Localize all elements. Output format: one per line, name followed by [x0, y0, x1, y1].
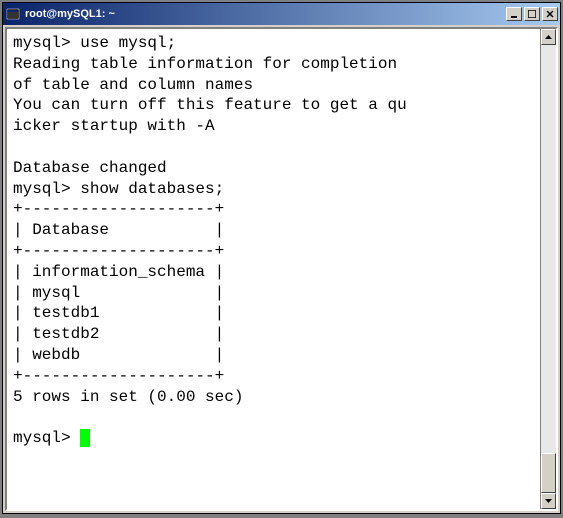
close-button[interactable]	[542, 7, 558, 21]
scroll-track[interactable]	[541, 45, 556, 493]
terminal-line: +--------------------+	[13, 200, 224, 218]
scroll-up-button[interactable]	[541, 29, 556, 45]
terminal-line: You can turn off this feature to get a q…	[13, 96, 407, 114]
terminal-line: of table and column names	[13, 76, 253, 94]
app-icon	[5, 6, 21, 22]
terminal-line: Database changed	[13, 159, 167, 177]
terminal-line: | information_schema |	[13, 263, 224, 281]
maximize-button[interactable]	[524, 7, 540, 21]
terminal-line: icker startup with -A	[13, 117, 215, 135]
titlebar[interactable]: root@mySQL1: ~	[3, 3, 560, 25]
terminal-line: 5 rows in set (0.00 sec)	[13, 388, 243, 406]
terminal-prompt: mysql>	[13, 429, 80, 447]
minimize-button[interactable]	[506, 7, 522, 21]
window-title: root@mySQL1: ~	[25, 8, 506, 20]
terminal-wrapper: mysql> use mysql; Reading table informat…	[5, 27, 558, 511]
scroll-thumb[interactable]	[541, 453, 556, 493]
terminal-line: Reading table information for completion	[13, 55, 397, 73]
terminal-window: root@mySQL1: ~ mysql> use mysql; Reading…	[2, 2, 561, 514]
terminal-line: | testdb2 |	[13, 325, 224, 343]
window-controls	[506, 7, 558, 21]
terminal-line: mysql> use mysql;	[13, 34, 176, 52]
terminal-line: | mysql |	[13, 284, 224, 302]
terminal-line: +--------------------+	[13, 367, 224, 385]
vertical-scrollbar[interactable]	[540, 29, 556, 509]
terminal-line: mysql> show databases;	[13, 180, 224, 198]
terminal-line: | webdb |	[13, 346, 224, 364]
terminal-line: | testdb1 |	[13, 304, 224, 322]
scroll-down-button[interactable]	[541, 493, 556, 509]
terminal-line: +--------------------+	[13, 242, 224, 260]
cursor	[80, 429, 90, 447]
terminal-output[interactable]: mysql> use mysql; Reading table informat…	[7, 29, 540, 509]
terminal-line: | Database |	[13, 221, 224, 239]
